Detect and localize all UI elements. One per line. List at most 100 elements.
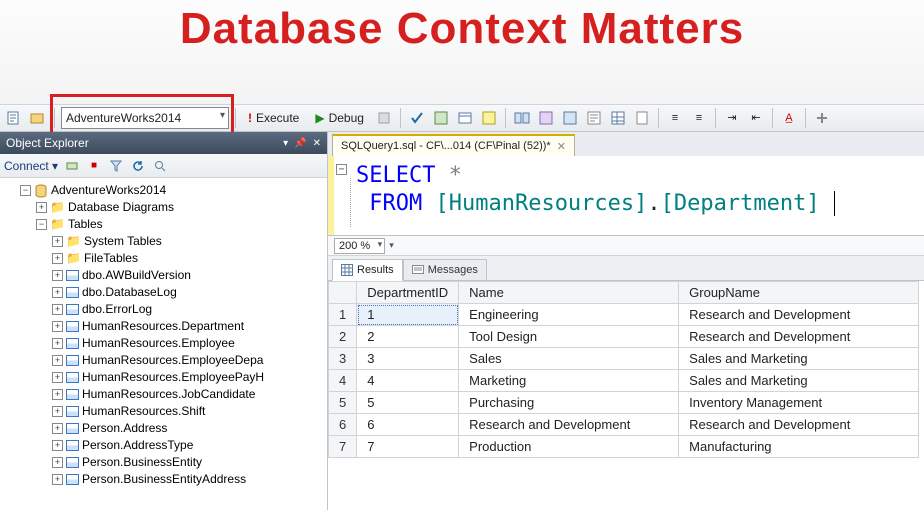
collapse-icon[interactable]: − <box>20 185 31 196</box>
cell[interactable]: Production <box>459 436 679 458</box>
expand-icon[interactable]: + <box>52 440 63 451</box>
query-options-icon[interactable] <box>455 108 475 128</box>
tree-node-table[interactable]: +Person.BusinessEntityAddress <box>50 471 325 488</box>
open-icon[interactable] <box>28 108 48 128</box>
table-row[interactable]: 1 1 Engineering Research and Development <box>329 304 919 326</box>
table-row[interactable]: 2 2 Tool Design Research and Development <box>329 326 919 348</box>
cell[interactable]: Sales <box>459 348 679 370</box>
expand-icon[interactable]: + <box>52 287 63 298</box>
expand-icon[interactable]: + <box>52 406 63 417</box>
sql-editor[interactable]: − SELECT * FROM [HumanResources].[Depart… <box>328 156 924 236</box>
row-number[interactable]: 6 <box>329 414 357 436</box>
tree-node-table[interactable]: +dbo.ErrorLog <box>50 301 325 318</box>
cell[interactable]: Research and Development <box>679 304 919 326</box>
column-header[interactable]: Name <box>459 282 679 304</box>
object-explorer-tree[interactable]: − AdventureWorks2014 +📁Database Diagrams… <box>0 178 327 510</box>
cell[interactable]: 7 <box>357 436 459 458</box>
tree-node-table[interactable]: +HumanResources.Department <box>50 318 325 335</box>
cell[interactable]: Research and Development <box>679 326 919 348</box>
cell[interactable]: Research and Development <box>459 414 679 436</box>
expand-icon[interactable]: + <box>52 321 63 332</box>
cell[interactable]: Purchasing <box>459 392 679 414</box>
tree-node-table[interactable]: +dbo.DatabaseLog <box>50 284 325 301</box>
results-grid[interactable]: DepartmentID Name GroupName 1 1 Engineer… <box>328 280 924 510</box>
results-to-file-icon[interactable] <box>632 108 652 128</box>
close-icon[interactable]: ✕ <box>557 140 566 153</box>
tree-node-table[interactable]: +HumanResources.Shift <box>50 403 325 420</box>
cell[interactable]: Inventory Management <box>679 392 919 414</box>
column-header[interactable]: GroupName <box>679 282 919 304</box>
expand-icon[interactable]: + <box>52 474 63 485</box>
cell[interactable]: Sales and Marketing <box>679 348 919 370</box>
tree-node-table[interactable]: +Person.AddressType <box>50 437 325 454</box>
row-number[interactable]: 3 <box>329 348 357 370</box>
expand-icon[interactable]: + <box>52 389 63 400</box>
expand-icon[interactable]: + <box>52 304 63 315</box>
execute-button[interactable]: !Execute <box>242 107 305 129</box>
expand-icon[interactable]: + <box>52 372 63 383</box>
tree-node-folder[interactable]: +📁System Tables <box>50 233 325 250</box>
table-row[interactable]: 6 6 Research and Development Research an… <box>329 414 919 436</box>
include-stats-icon[interactable] <box>536 108 556 128</box>
corner-cell[interactable] <box>329 282 357 304</box>
close-icon[interactable]: ✕ <box>313 138 321 149</box>
stop-icon[interactable]: ■ <box>86 158 102 174</box>
cell[interactable]: 3 <box>357 348 459 370</box>
cell[interactable]: 6 <box>357 414 459 436</box>
table-row[interactable]: 7 7 Production Manufacturing <box>329 436 919 458</box>
zoom-select[interactable]: 200 % <box>334 238 385 254</box>
tree-node-table[interactable]: +Person.Address <box>50 420 325 437</box>
tree-node-table[interactable]: +HumanResources.EmployeeDepa <box>50 352 325 369</box>
row-number[interactable]: 7 <box>329 436 357 458</box>
tab-messages[interactable]: Messages <box>403 259 487 281</box>
results-to-text-icon[interactable] <box>584 108 604 128</box>
tools-icon[interactable] <box>812 108 832 128</box>
table-row[interactable]: 5 5 Purchasing Inventory Management <box>329 392 919 414</box>
cell[interactable]: Tool Design <box>459 326 679 348</box>
tree-node-table[interactable]: +dbo.AWBuildVersion <box>50 267 325 284</box>
expand-icon[interactable]: + <box>52 457 63 468</box>
expand-icon[interactable]: + <box>52 423 63 434</box>
new-query-icon[interactable] <box>4 108 24 128</box>
database-select[interactable]: AdventureWorks2014 <box>61 107 229 129</box>
expand-icon[interactable]: + <box>52 355 63 366</box>
tree-node-table[interactable]: +Person.BusinessEntity <box>50 454 325 471</box>
cell[interactable]: Sales and Marketing <box>679 370 919 392</box>
tree-node-table[interactable]: +HumanResources.Employee <box>50 335 325 352</box>
row-number[interactable]: 5 <box>329 392 357 414</box>
outline-collapse-icon[interactable]: − <box>336 164 347 175</box>
expand-icon[interactable]: + <box>52 236 63 247</box>
estimated-plan-icon[interactable] <box>431 108 451 128</box>
connect-button[interactable]: Connect ▾ <box>4 159 58 173</box>
object-explorer-titlebar[interactable]: Object Explorer ▾ 📌 ✕ <box>0 132 327 154</box>
filter-icon[interactable] <box>108 158 124 174</box>
column-header[interactable]: DepartmentID <box>357 282 459 304</box>
comment-icon[interactable]: ≡ <box>665 108 685 128</box>
cell[interactable]: 4 <box>357 370 459 392</box>
uncomment-icon[interactable]: ≡ <box>689 108 709 128</box>
tree-node-folder[interactable]: +📁Database Diagrams <box>34 199 325 216</box>
cell[interactable]: 2 <box>357 326 459 348</box>
tree-node-table[interactable]: +HumanResources.JobCandidate <box>50 386 325 403</box>
cell[interactable]: Manufacturing <box>679 436 919 458</box>
stop-icon[interactable] <box>374 108 394 128</box>
tree-node-database[interactable]: − AdventureWorks2014 <box>18 182 325 199</box>
expand-icon[interactable]: + <box>36 202 47 213</box>
refresh-icon[interactable] <box>130 158 146 174</box>
expand-icon[interactable]: + <box>52 338 63 349</box>
include-plan-icon[interactable] <box>512 108 532 128</box>
expand-icon[interactable]: + <box>52 270 63 281</box>
pin-icon[interactable]: 📌 <box>294 138 306 149</box>
tab-results[interactable]: Results <box>332 259 403 281</box>
zoom-dropdown-icon[interactable]: ▾ <box>389 240 394 251</box>
row-number[interactable]: 2 <box>329 326 357 348</box>
intellisense-icon[interactable] <box>479 108 499 128</box>
results-to-grid-icon[interactable] <box>608 108 628 128</box>
outdent-icon[interactable]: ⇤ <box>746 108 766 128</box>
tree-node-table[interactable]: +HumanResources.EmployeePayH <box>50 369 325 386</box>
search-icon[interactable] <box>152 158 168 174</box>
specify-values-icon[interactable]: A̲ <box>779 108 799 128</box>
table-row[interactable]: 3 3 Sales Sales and Marketing <box>329 348 919 370</box>
expand-icon[interactable]: + <box>52 253 63 264</box>
cell[interactable]: Marketing <box>459 370 679 392</box>
